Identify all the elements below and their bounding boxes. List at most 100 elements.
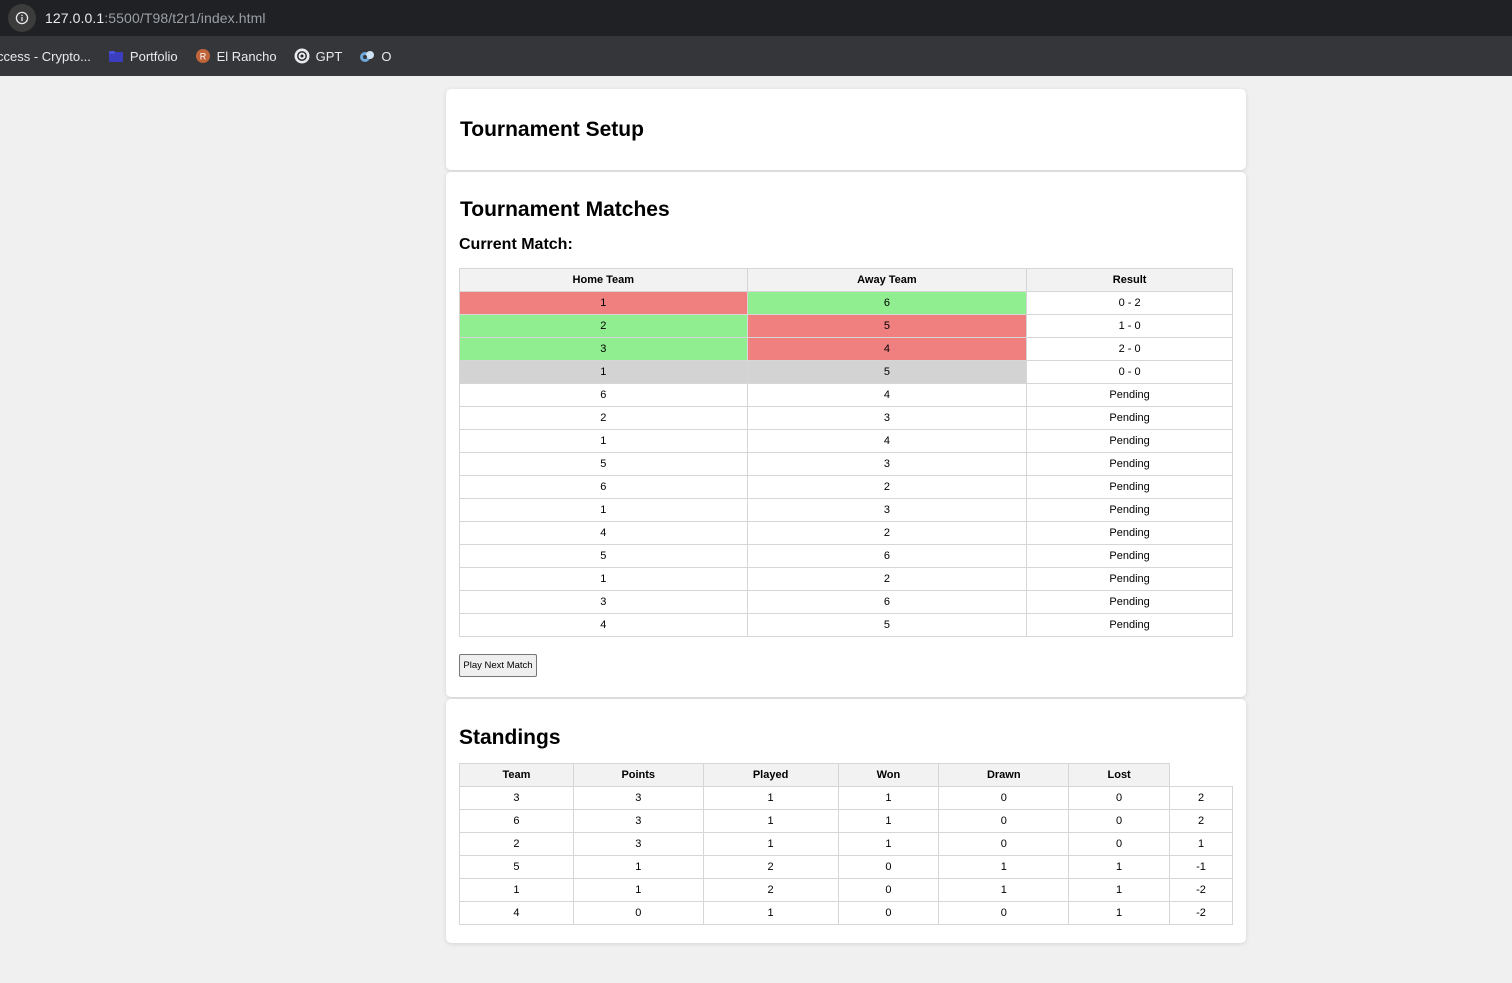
bookmark-el-rancho[interactable]: R El Rancho xyxy=(195,48,277,64)
goal-diff-cell: 2 xyxy=(1169,786,1233,810)
match-row: 342 - 0 xyxy=(459,337,1233,361)
url-host: 127.0.0.1 xyxy=(45,10,105,26)
team-cell: 6 xyxy=(459,809,574,833)
away-team-cell: 4 xyxy=(746,383,1028,407)
bookmark-o[interactable]: O xyxy=(359,48,391,64)
points-cell: 3 xyxy=(572,809,704,833)
bookmarks-bar: ccess - Crypto... Portfolio R El Rancho … xyxy=(0,36,1512,76)
standings-row: 6311002 xyxy=(459,809,1233,833)
won-cell: 0 xyxy=(837,855,940,879)
goal-diff-cell: 1 xyxy=(1169,832,1233,856)
lost-cell: 0 xyxy=(1068,786,1171,810)
played-cell: 1 xyxy=(702,901,839,925)
home-team-cell: 1 xyxy=(459,429,748,453)
away-team-cell: 6 xyxy=(746,291,1028,315)
url-path: :5500/T98/t2r1/index.html xyxy=(104,10,266,26)
away-team-cell: 4 xyxy=(746,429,1028,453)
bookmark-label: GPT xyxy=(315,48,343,64)
standings-row: 3311002 xyxy=(459,786,1233,810)
header-lost: Lost xyxy=(1068,763,1171,787)
goal-diff-cell: -1 xyxy=(1169,855,1233,879)
home-team-cell: 1 xyxy=(459,291,748,315)
matches-table: Home Team Away Team Result 160 - 2251 - … xyxy=(459,268,1233,637)
away-team-cell: 4 xyxy=(746,337,1028,361)
match-row: 3 6 Pending xyxy=(459,590,1233,614)
result-cell: Pending xyxy=(1026,475,1233,499)
played-cell: 1 xyxy=(702,809,839,833)
header-team: Team xyxy=(459,763,574,787)
bookmark-label: Portfolio xyxy=(129,48,178,64)
url-text: 127.0.0.1:5500/T98/t2r1/index.html xyxy=(45,10,266,26)
play-next-match-button[interactable]: Play Next Match xyxy=(459,654,537,677)
away-team-cell: 5 xyxy=(746,314,1028,338)
won-cell: 1 xyxy=(837,809,940,833)
standings-row: 5 1 2 0 1 1 -1 xyxy=(459,855,1233,879)
matches-header-row: Home Team Away Team Result xyxy=(459,268,1233,292)
header-result: Result xyxy=(1026,268,1233,292)
matches-card: Tournament Matches Current Match: Home T… xyxy=(446,172,1246,697)
result-cell: Pending xyxy=(1026,429,1233,453)
lost-cell: 0 xyxy=(1068,832,1171,856)
bookmark-crypto[interactable]: ccess - Crypto... xyxy=(0,49,91,64)
away-team-cell: 5 xyxy=(746,360,1028,384)
drawn-cell: 0 xyxy=(938,832,1070,856)
standings-card: Standings Team Points Played Won Drawn L… xyxy=(446,699,1246,943)
result-cell: Pending xyxy=(1026,590,1233,614)
svg-text:R: R xyxy=(199,52,206,62)
won-cell: 0 xyxy=(837,878,940,902)
team-cell: 2 xyxy=(459,832,574,856)
drawn-cell: 0 xyxy=(938,786,1070,810)
url-field[interactable]: 127.0.0.1:5500/T98/t2r1/index.html xyxy=(6,3,1512,33)
standings-row: 2311001 xyxy=(459,832,1233,856)
bookmark-portfolio[interactable]: Portfolio xyxy=(108,48,178,64)
result-cell: 2 - 0 xyxy=(1026,337,1233,361)
result-cell: 0 - 0 xyxy=(1026,360,1233,384)
home-team-cell: 4 xyxy=(459,613,748,637)
drawn-cell: 0 xyxy=(938,901,1070,925)
result-cell: Pending xyxy=(1026,613,1233,637)
points-cell: 3 xyxy=(572,832,704,856)
bookmark-label: ccess - Crypto... xyxy=(0,48,91,64)
home-team-cell: 2 xyxy=(459,314,748,338)
away-team-cell: 3 xyxy=(746,452,1028,476)
goal-diff-cell: -2 xyxy=(1169,878,1233,902)
lost-cell: 1 xyxy=(1068,855,1171,879)
won-cell: 1 xyxy=(837,786,940,810)
result-cell: Pending xyxy=(1026,567,1233,591)
result-cell: Pending xyxy=(1026,521,1233,545)
bookmark-label: El Rancho xyxy=(216,48,277,64)
away-team-cell: 3 xyxy=(746,498,1028,522)
result-cell: Pending xyxy=(1026,452,1233,476)
lost-cell: 0 xyxy=(1068,809,1171,833)
setup-card: Tournament Setup xyxy=(446,89,1246,170)
team-cell: 4 xyxy=(459,901,574,925)
match-row: 150 - 0 xyxy=(459,360,1233,384)
current-match-label: Current Match: xyxy=(459,236,573,253)
home-team-cell: 2 xyxy=(459,406,748,430)
home-team-cell: 3 xyxy=(459,590,748,614)
page-content: Tournament Setup Tournament Matches Curr… xyxy=(0,76,1512,983)
matches-body: 160 - 2251 - 0342 - 0150 - 0 6 4 Pending 2 3 P… xyxy=(459,291,1233,637)
team-cell: 1 xyxy=(459,878,574,902)
folder-icon xyxy=(108,51,123,62)
home-team-cell: 1 xyxy=(459,360,748,384)
match-row: 4 2 Pending xyxy=(459,521,1233,545)
result-cell: Pending xyxy=(1026,498,1233,522)
home-team-cell: 1 xyxy=(459,498,748,522)
bookmark-gpt[interactable]: GPT xyxy=(294,48,343,64)
away-team-cell: 3 xyxy=(746,406,1028,430)
home-team-cell: 1 xyxy=(459,567,748,591)
drawn-cell: 1 xyxy=(938,878,1070,902)
played-cell: 2 xyxy=(702,855,839,879)
away-team-cell: 2 xyxy=(746,567,1028,591)
standings-row: 1 1 2 0 1 1 -2 xyxy=(459,878,1233,902)
away-team-cell: 5 xyxy=(746,613,1028,637)
played-cell: 1 xyxy=(702,786,839,810)
site-info-icon[interactable] xyxy=(8,4,36,32)
rancho-icon: R xyxy=(195,49,210,63)
away-team-cell: 6 xyxy=(746,590,1028,614)
standings-row: 4 0 1 0 0 1 -2 xyxy=(459,901,1233,925)
result-cell: Pending xyxy=(1026,406,1233,430)
lost-cell: 1 xyxy=(1068,878,1171,902)
points-cell: 1 xyxy=(572,855,704,879)
